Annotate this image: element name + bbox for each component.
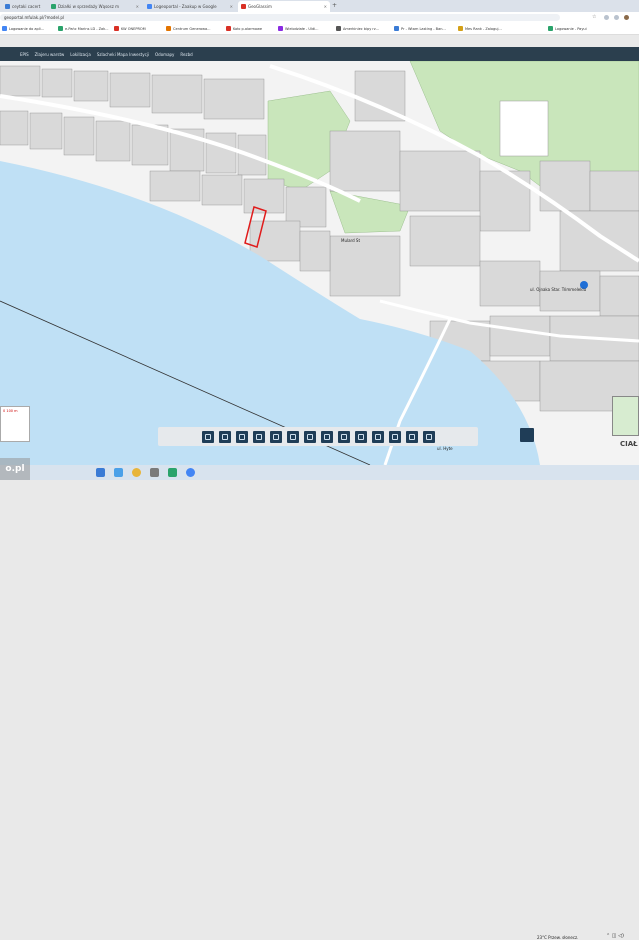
zoom-out-icon[interactable] — [269, 430, 282, 443]
bookmark-star-icon[interactable]: ☆ — [592, 14, 596, 20]
bookmark-favicon-icon — [114, 26, 119, 31]
extension-icon[interactable] — [604, 15, 609, 20]
store-icon[interactable] — [168, 468, 177, 477]
close-tab-icon[interactable]: ✕ — [324, 4, 327, 9]
map-label: ul. Ojnaka Star. Trimmelekiu — [530, 287, 587, 292]
bookmark-item[interactable]: Koło p.alarmowe — [226, 26, 262, 31]
bookmark-item[interactable]: KW ONEPROM — [114, 26, 146, 31]
browser-tab[interactable]: Logeoportal - Zaakup w Google ✕ — [144, 1, 236, 12]
browser-icon[interactable] — [186, 468, 195, 477]
weather-widget[interactable]: 23°C Przew. słonecz. — [537, 935, 578, 940]
tab-favicon-icon — [51, 4, 56, 9]
new-tab-button[interactable]: + — [332, 2, 337, 9]
bookmark-favicon-icon — [548, 26, 553, 31]
menu-item[interactable]: Odomapy — [155, 52, 174, 57]
bookmark-favicon-icon — [58, 26, 63, 31]
explorer-icon[interactable] — [150, 468, 159, 477]
map-label: Mulard St — [341, 238, 361, 243]
share-icon[interactable] — [405, 430, 418, 443]
extension-icon[interactable] — [614, 15, 619, 20]
tab-favicon-icon — [5, 4, 10, 9]
bookmarks-bar: Logowanie do apli... e-Pańc Marins LD - … — [0, 23, 639, 35]
watermark-logo: o.pl — [0, 458, 30, 480]
menu-item[interactable]: EPIS — [20, 52, 29, 57]
map-label: ul. Hyte — [437, 446, 453, 451]
info-icon[interactable] — [320, 430, 333, 443]
menu-item[interactable]: Lokillzacja — [70, 52, 91, 57]
browser-tab-strip: ceytaki cacert Działki w sprzedaży Wąsos… — [0, 0, 639, 12]
bookmark-favicon-icon — [278, 26, 283, 31]
extent-icon[interactable] — [303, 430, 316, 443]
system-tray[interactable]: ⌃ ◫ ◁) — [606, 933, 624, 939]
bookmark-item[interactable]: Logowanie - Payui — [548, 26, 587, 31]
bookmark-item[interactable]: Logowanie do apli... — [2, 26, 44, 31]
map-corner-label: CIAŁ — [620, 440, 638, 448]
scale-text: 0 100 m — [3, 409, 18, 413]
menu-item[interactable]: Zlajeru warstw — [35, 52, 65, 57]
taskview-icon[interactable] — [96, 468, 105, 477]
overview-minimap[interactable] — [612, 396, 639, 436]
bookmark-item[interactable]: Pr - Wtam Lasting - Ban... — [394, 26, 446, 31]
bookmark-favicon-icon — [226, 26, 231, 31]
settings-icon[interactable] — [422, 430, 435, 443]
map-graphics — [0, 61, 639, 465]
white-parcel — [499, 100, 549, 157]
side-panel-button[interactable] — [520, 428, 534, 442]
bookmark-favicon-icon — [458, 26, 463, 31]
export-icon[interactable] — [354, 430, 367, 443]
ruler-icon[interactable] — [388, 430, 401, 443]
url-field[interactable]: geoportal.mfulak.pl/?model.pl — [0, 14, 560, 21]
os-taskbar: 23°C Przew. słonecz. ⌃ ◫ ◁) — [0, 465, 639, 940]
pan-icon[interactable] — [286, 430, 299, 443]
print-icon[interactable] — [218, 430, 231, 443]
chrome-icon[interactable] — [132, 468, 141, 477]
bookmark-item[interactable]: e-Pańc Marins LD - Zak... — [58, 26, 109, 31]
zoom-in-icon[interactable] — [252, 430, 265, 443]
bookmark-item[interactable]: Centrum Generowa... — [166, 26, 210, 31]
url-text: geoportal.mfulak.pl/?model.pl — [4, 15, 64, 20]
edge-icon[interactable] — [114, 468, 123, 477]
map-toolbar — [158, 427, 478, 446]
profile-avatar[interactable] — [624, 15, 629, 20]
map-canvas[interactable]: Mulard St ul. Ojnaka Star. Trimmelekiu u… — [0, 61, 639, 465]
browser-tab[interactable]: Działki w sprzedaży Wąsosz m ✕ — [48, 1, 142, 12]
bookmark-favicon-icon — [2, 26, 7, 31]
layers-icon[interactable] — [201, 430, 214, 443]
close-tab-icon[interactable]: ✕ — [136, 4, 139, 9]
browser-tab[interactable]: ceytaki cacert — [2, 1, 46, 12]
select-icon[interactable] — [337, 430, 350, 443]
measure-icon[interactable] — [235, 430, 248, 443]
bookmark-item[interactable]: Amerkiniec bipy rz... — [336, 26, 379, 31]
browser-tab-active[interactable]: GeoGlassim ✕ — [238, 1, 330, 12]
tab-favicon-icon — [241, 4, 246, 9]
bookmark-favicon-icon — [166, 26, 171, 31]
app-menu-bar: EPIS Zlajeru warstw Lokillzacja Szlachek… — [0, 47, 639, 61]
bookmark-favicon-icon — [336, 26, 341, 31]
bookmark-item[interactable]: Mes Rank - Zaloguj... — [458, 26, 502, 31]
close-tab-icon[interactable]: ✕ — [230, 4, 233, 9]
tab-favicon-icon — [147, 4, 152, 9]
scale-widget: 0 100 m — [0, 406, 30, 442]
bookmark-favicon-icon — [394, 26, 399, 31]
draw-icon[interactable] — [371, 430, 384, 443]
menu-item[interactable]: Rezbd — [180, 52, 192, 57]
address-bar-row: geoportal.mfulak.pl/?model.pl ☆ — [0, 12, 639, 23]
bookmark-item[interactable]: Wielodziałe - Uldi... — [278, 26, 319, 31]
menu-item[interactable]: Szlacheki Mapa Inwestycji — [97, 52, 149, 57]
